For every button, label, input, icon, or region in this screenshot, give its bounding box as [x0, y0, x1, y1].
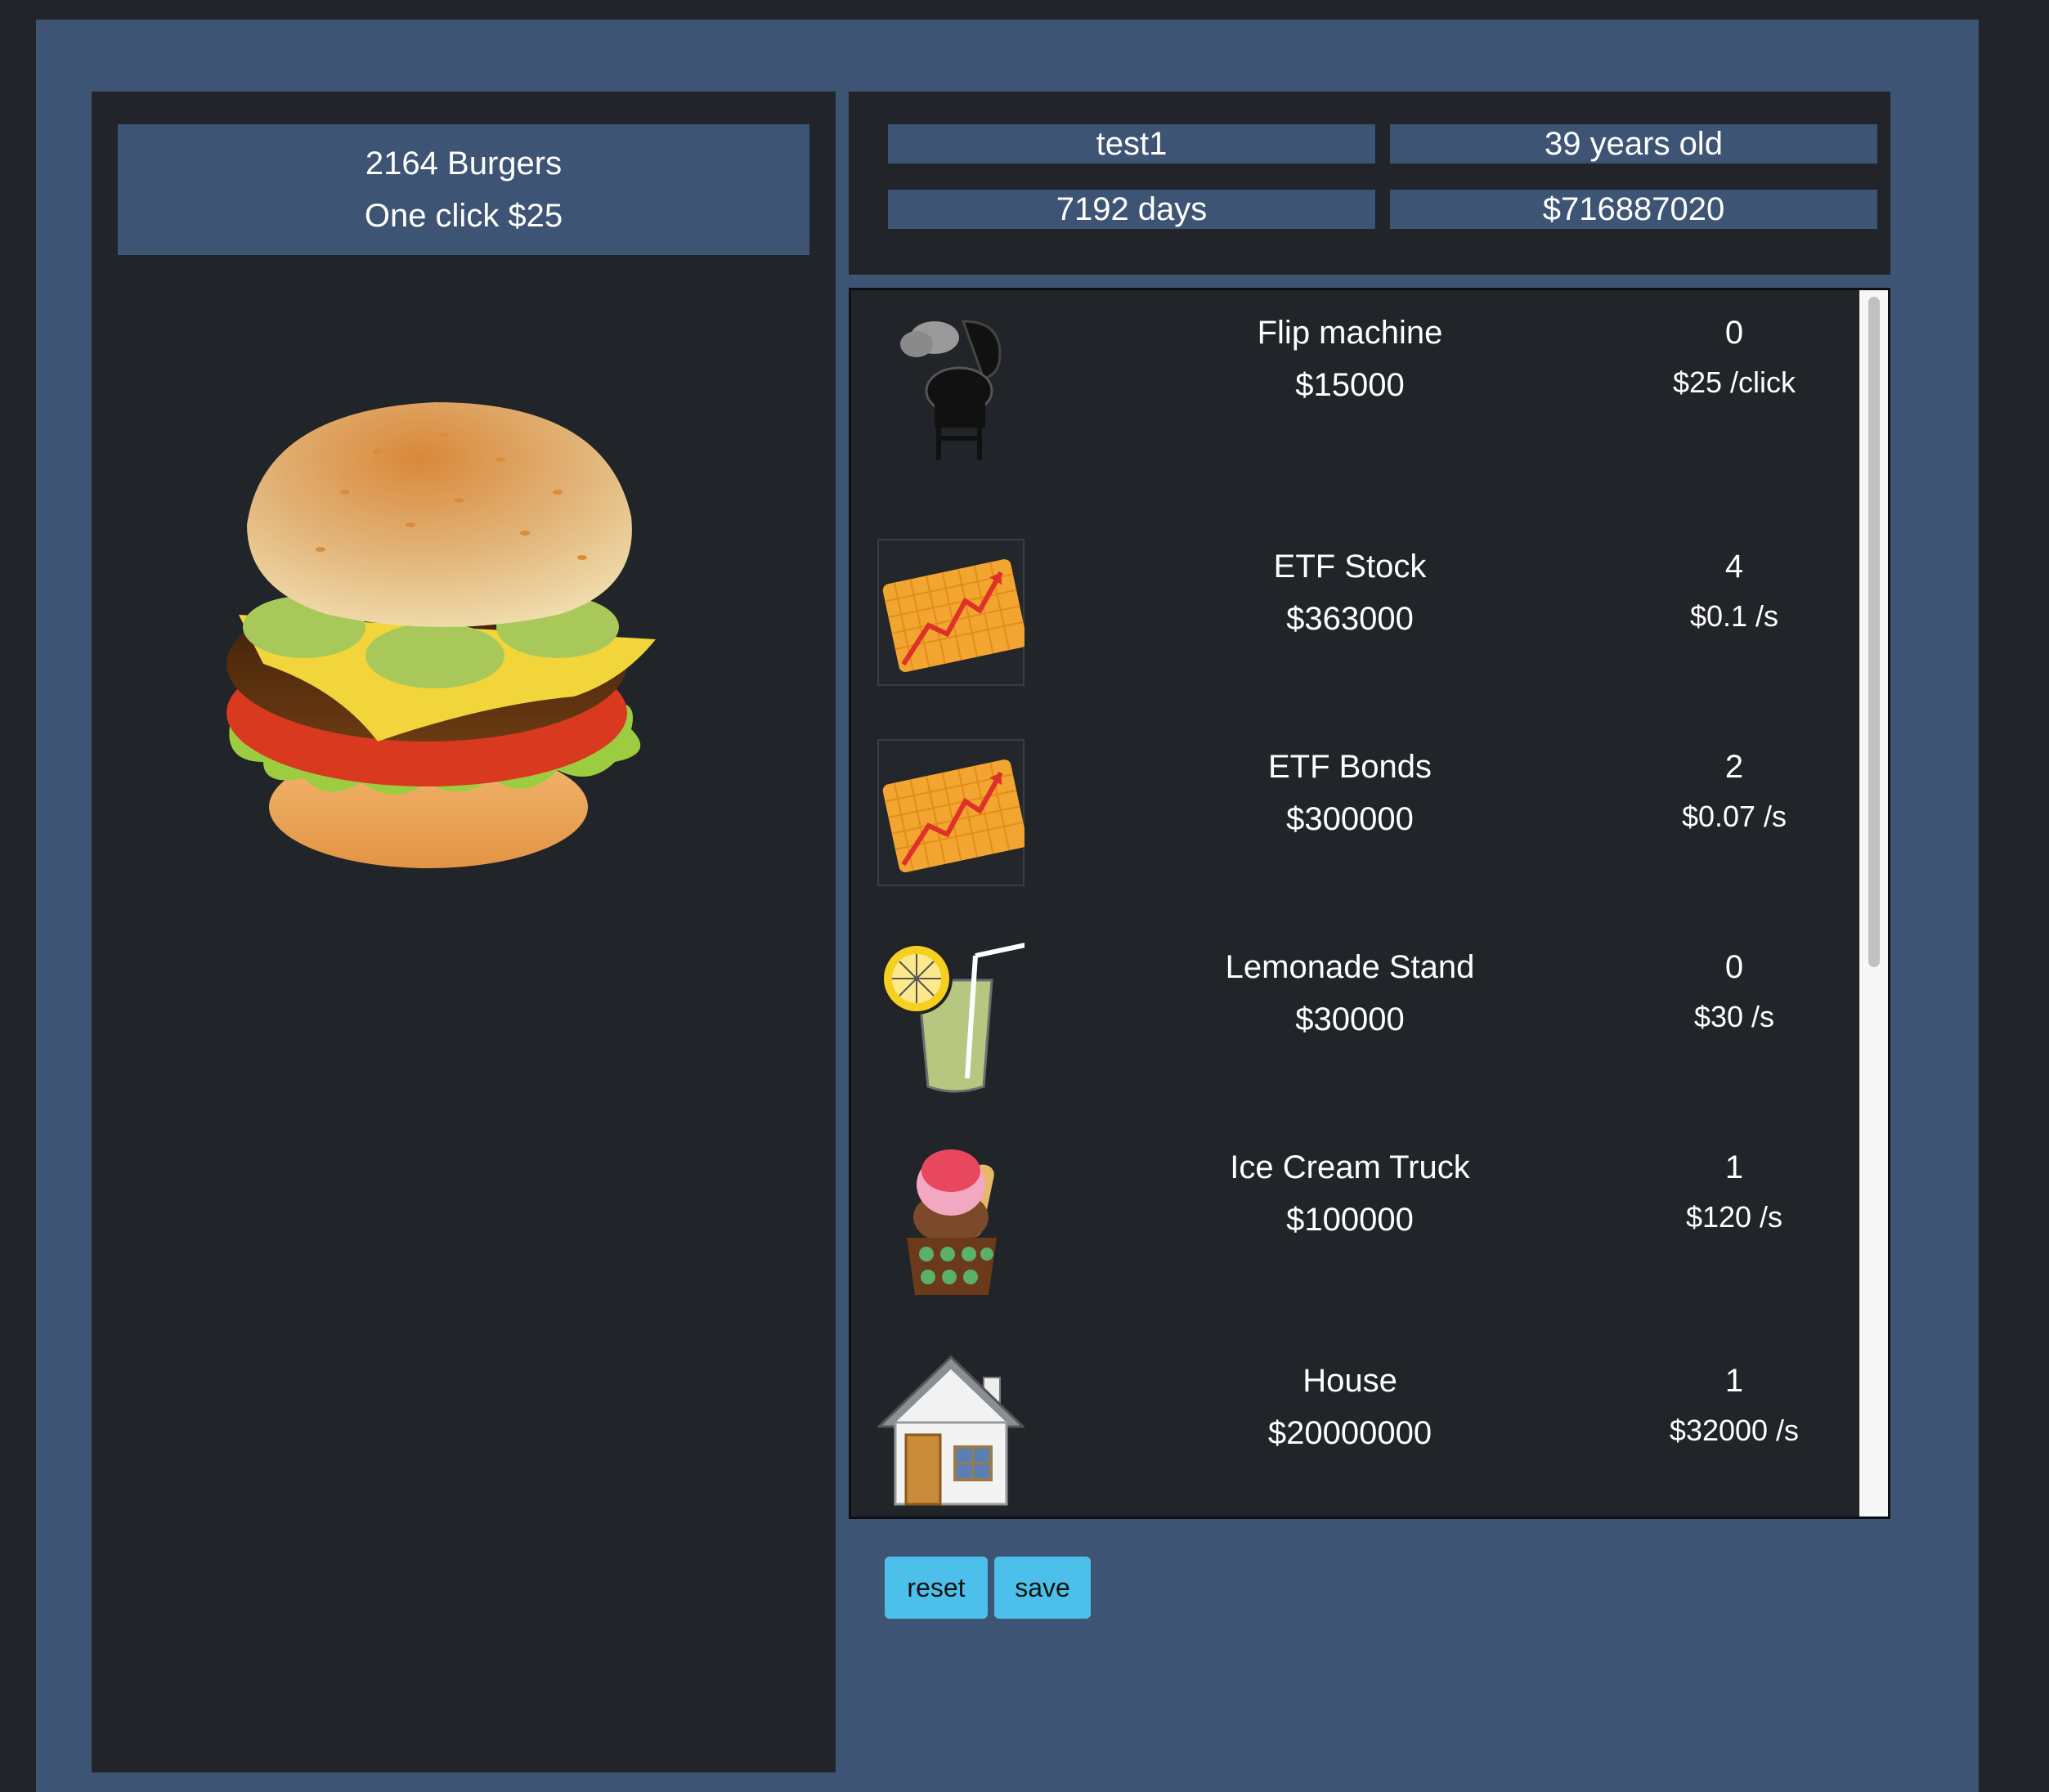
item-name: Ice Cream Truck [1230, 1149, 1470, 1185]
scrollbar-thumb[interactable] [1868, 297, 1880, 967]
username: test1 [888, 124, 1375, 164]
item-name: ETF Bonds [1267, 749, 1433, 785]
shop-scrollbar[interactable] [1859, 290, 1888, 1516]
item-rate: $25 /click [1672, 365, 1796, 399]
shop-item-house[interactable]: House $20000000 1 $32000 /s [851, 1338, 1857, 1516]
item-name: House [1302, 1363, 1397, 1399]
item-rate: $0.1 /s [1689, 599, 1779, 633]
burger-panel: 2164 Burgers One click $25 [92, 92, 836, 1772]
days-played: 7192 days [888, 190, 1375, 229]
money-balance: $716887020 [1390, 190, 1877, 229]
item-owned-count: 0 [1724, 315, 1744, 351]
burger-counter: 2164 Burgers One click $25 [118, 124, 809, 255]
click-value: One click $25 [364, 198, 563, 234]
item-owned-count: 4 [1724, 549, 1744, 585]
item-name: Flip machine [1257, 315, 1443, 351]
item-owned-count: 2 [1724, 749, 1744, 785]
shop-list: Flip machine $15000 0 $25 /click ETF Sto… [849, 288, 1890, 1519]
reset-button[interactable]: reset [885, 1557, 988, 1619]
shop-item-lemonade-stand[interactable]: Lemonade Stand $30000 0 $30 /s [851, 925, 1857, 1121]
item-name: Lemonade Stand [1225, 949, 1475, 985]
shop-item-etf-bonds[interactable]: ETF Bonds $300000 2 $0.07 /s [851, 724, 1857, 921]
item-owned-count: 1 [1724, 1149, 1744, 1185]
burger-count: 2164 Burgers [365, 146, 563, 181]
burger-click-icon[interactable] [214, 394, 680, 876]
shop-item-ice-cream-truck[interactable]: Ice Cream Truck $100000 1 $120 /s [851, 1125, 1857, 1321]
item-rate: $120 /s [1685, 1200, 1783, 1234]
item-rate: $32000 /s [1669, 1413, 1800, 1447]
item-name: ETF Stock [1273, 549, 1427, 585]
item-owned-count: 0 [1724, 949, 1744, 985]
player-stats: test1 39 years old 7192 days $716887020 [849, 92, 1890, 275]
shop-item-etf-stock[interactable]: ETF Stock $363000 4 $0.1 /s [851, 524, 1857, 720]
item-rate: $30 /s [1693, 1000, 1775, 1033]
item-owned-count: 1 [1724, 1363, 1744, 1399]
item-rate: $0.07 /s [1681, 800, 1787, 833]
player-age: 39 years old [1390, 124, 1877, 164]
save-button[interactable]: save [994, 1557, 1091, 1619]
shop-item-flip-machine[interactable]: Flip machine $15000 0 $25 /click [851, 290, 1857, 486]
